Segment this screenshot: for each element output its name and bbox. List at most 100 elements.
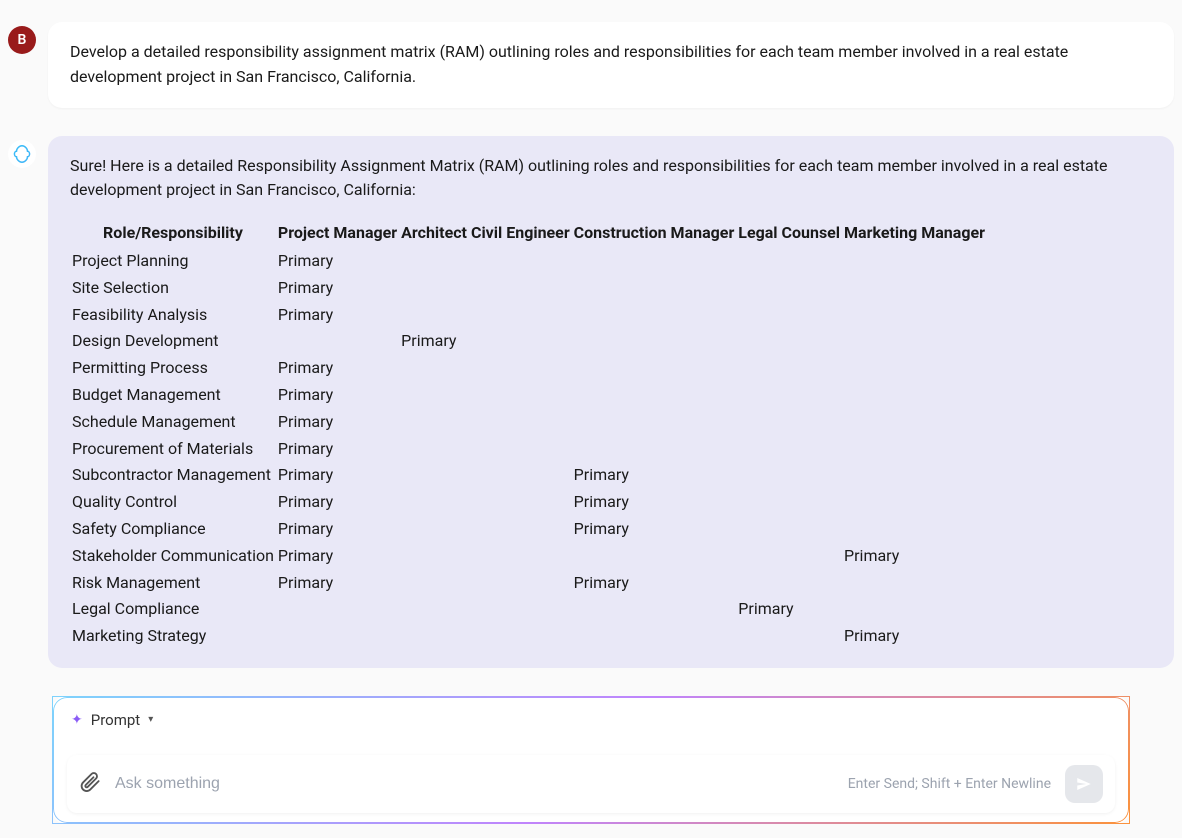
cell: Primary: [276, 409, 399, 436]
cell: [399, 596, 469, 623]
cell: [469, 543, 572, 570]
cell: [399, 489, 469, 516]
table-row: Feasibility AnalysisPrimary: [70, 302, 987, 329]
cell: [842, 596, 987, 623]
prompt-type-selector[interactable]: ✦ Prompt ▾: [67, 711, 1115, 729]
row-label: Risk Management: [70, 570, 276, 597]
cell: Primary: [572, 516, 737, 543]
cell: Primary: [276, 570, 399, 597]
chevron-down-icon: ▾: [148, 714, 153, 725]
cell: [572, 436, 737, 463]
cell: [399, 302, 469, 329]
cell: [399, 355, 469, 382]
cell: Primary: [276, 382, 399, 409]
row-label: Project Planning: [70, 248, 276, 275]
cell: [399, 623, 469, 650]
row-label: Procurement of Materials: [70, 436, 276, 463]
attachment-icon[interactable]: [79, 771, 101, 797]
cell: [399, 570, 469, 597]
input-row: Enter Send; Shift + Enter Newline: [67, 755, 1115, 813]
cell: [469, 570, 572, 597]
cell: [399, 543, 469, 570]
cell: Primary: [276, 248, 399, 275]
cell: [572, 275, 737, 302]
col-header: Legal Counsel: [736, 219, 842, 248]
cell: [572, 248, 737, 275]
cell: [469, 596, 572, 623]
cell: [736, 302, 842, 329]
send-button[interactable]: [1065, 765, 1103, 803]
table-row: Quality ControlPrimaryPrimary: [70, 489, 987, 516]
cell: Primary: [276, 436, 399, 463]
cell: Primary: [842, 623, 987, 650]
cell: [572, 543, 737, 570]
table-row: Safety CompliancePrimaryPrimary: [70, 516, 987, 543]
cell: [469, 436, 572, 463]
cell: [469, 328, 572, 355]
cell: Primary: [276, 543, 399, 570]
cell: [736, 436, 842, 463]
cell: [842, 355, 987, 382]
cell: [736, 570, 842, 597]
cell: Primary: [276, 275, 399, 302]
cell: [842, 382, 987, 409]
user-message-text: Develop a detailed responsibility assign…: [70, 42, 1068, 86]
cell: [399, 409, 469, 436]
table-row: Site SelectionPrimary: [70, 275, 987, 302]
cell: [842, 275, 987, 302]
row-label: Quality Control: [70, 489, 276, 516]
table-row: Budget ManagementPrimary: [70, 382, 987, 409]
cell: [399, 382, 469, 409]
ai-intro-text: Sure! Here is a detailed Responsibility …: [70, 154, 1152, 204]
cell: [572, 409, 737, 436]
cell: [469, 382, 572, 409]
cell: [399, 248, 469, 275]
row-label: Permitting Process: [70, 355, 276, 382]
user-message-bubble: Develop a detailed responsibility assign…: [48, 22, 1174, 108]
cell: Primary: [276, 516, 399, 543]
cell: [469, 409, 572, 436]
row-label: Stakeholder Communication: [70, 543, 276, 570]
cell: [572, 623, 737, 650]
cell: [469, 248, 572, 275]
cell: [736, 275, 842, 302]
cell: [399, 436, 469, 463]
table-row: Permitting ProcessPrimary: [70, 355, 987, 382]
cell: [572, 302, 737, 329]
table-header-row: Role/Responsibility Project Manager Arch…: [70, 219, 987, 248]
ai-avatar: [8, 140, 36, 168]
prompt-label: Prompt: [91, 711, 140, 729]
col-header: Construction Manager: [572, 219, 737, 248]
cell: [736, 328, 842, 355]
cell: [469, 516, 572, 543]
cell: [572, 596, 737, 623]
table-row: Risk ManagementPrimaryPrimary: [70, 570, 987, 597]
col-header: Role/Responsibility: [70, 219, 276, 248]
prompt-input[interactable]: [115, 775, 834, 793]
row-label: Marketing Strategy: [70, 623, 276, 650]
cell: [469, 462, 572, 489]
cell: [469, 355, 572, 382]
cell: [469, 302, 572, 329]
cell: [842, 409, 987, 436]
cell: [572, 382, 737, 409]
cell: [399, 462, 469, 489]
send-icon: [1075, 775, 1093, 793]
user-message-row: B Develop a detailed responsibility assi…: [8, 22, 1174, 108]
cell: [399, 275, 469, 302]
table-row: Stakeholder CommunicationPrimaryPrimary: [70, 543, 987, 570]
cell: [276, 328, 399, 355]
table-row: Subcontractor ManagementPrimaryPrimary: [70, 462, 987, 489]
cell: [842, 328, 987, 355]
cell: Primary: [572, 489, 737, 516]
ram-table: Role/Responsibility Project Manager Arch…: [70, 219, 987, 650]
cell: [842, 516, 987, 543]
table-row: Schedule ManagementPrimary: [70, 409, 987, 436]
cell: [842, 302, 987, 329]
table-row: Project PlanningPrimary: [70, 248, 987, 275]
col-header: Civil Engineer: [469, 219, 572, 248]
row-label: Safety Compliance: [70, 516, 276, 543]
row-label: Site Selection: [70, 275, 276, 302]
cell: Primary: [276, 302, 399, 329]
cell: [399, 516, 469, 543]
